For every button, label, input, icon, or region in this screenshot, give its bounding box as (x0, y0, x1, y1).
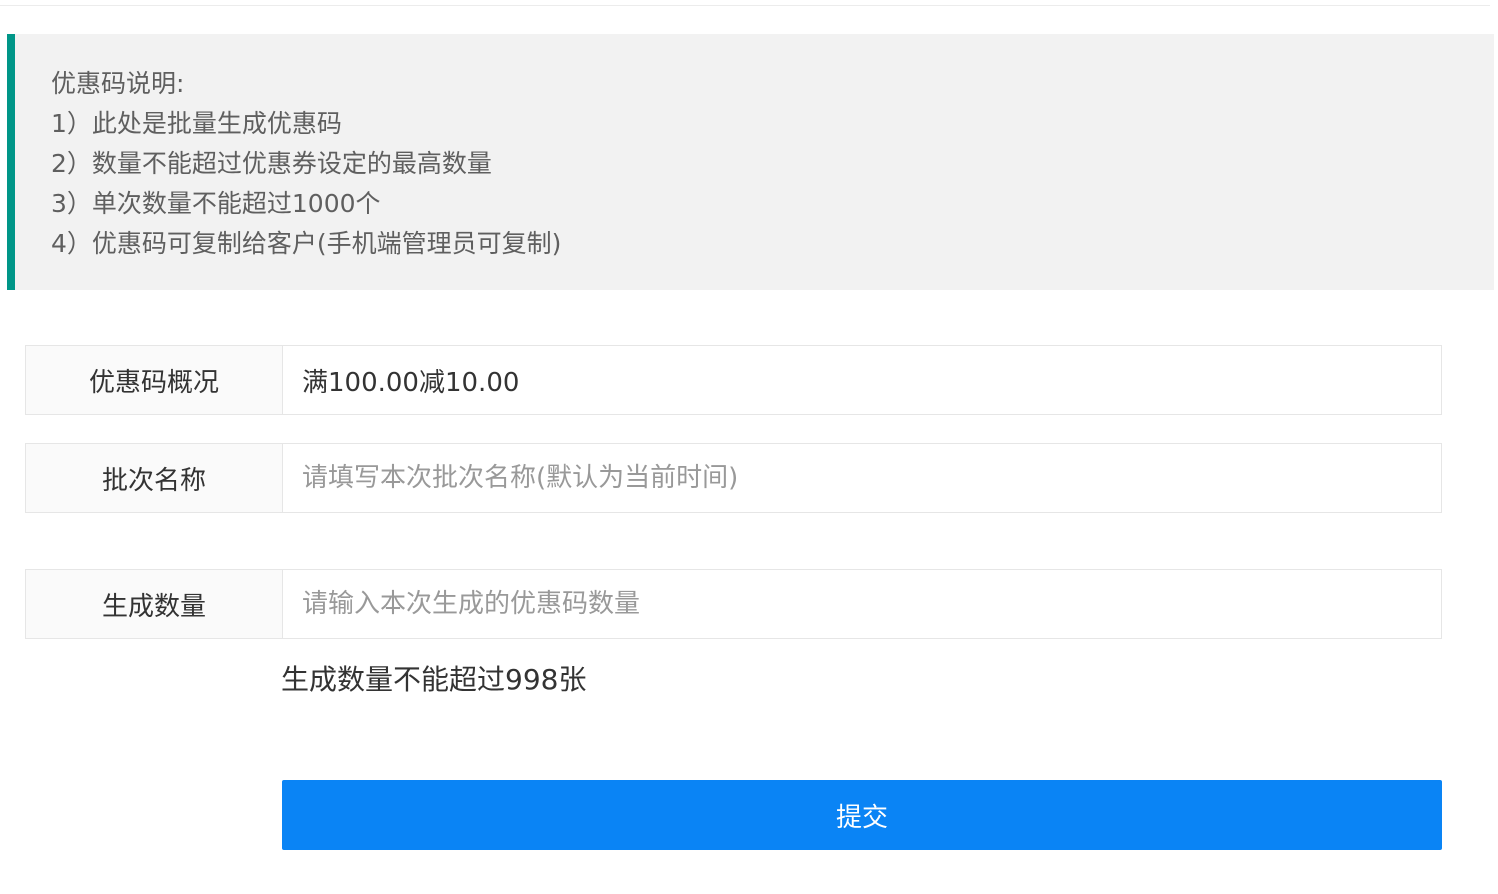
notice-title: 优惠码说明: (51, 69, 185, 98)
coupon-code-notice: 优惠码说明: 1）此处是批量生成优惠码 2）数量不能超过优惠券设定的最高数量 3… (7, 34, 1494, 290)
notice-line: 1）此处是批量生成优惠码 (51, 109, 342, 138)
batch-name-row: 批次名称 (25, 443, 1442, 513)
overview-row: 优惠码概况 满100.00减10.00 (25, 345, 1442, 415)
notice-line: 2）数量不能超过优惠券设定的最高数量 (51, 149, 492, 178)
quantity-input[interactable] (283, 570, 1441, 638)
batch-name-label: 批次名称 (26, 444, 283, 512)
notice-line: 3）单次数量不能超过1000个 (51, 189, 381, 218)
top-divider (0, 5, 1490, 6)
quantity-label: 生成数量 (26, 570, 283, 638)
batch-name-input[interactable] (283, 444, 1441, 512)
quantity-row: 生成数量 (25, 569, 1442, 639)
notice-line: 4）优惠码可复制给客户(手机端管理员可复制) (51, 229, 562, 258)
overview-value: 满100.00减10.00 (302, 367, 520, 398)
submit-button[interactable]: 提交 (282, 780, 1442, 850)
overview-label: 优惠码概况 (26, 346, 283, 414)
quantity-limit-hint: 生成数量不能超过998张 (281, 663, 587, 696)
